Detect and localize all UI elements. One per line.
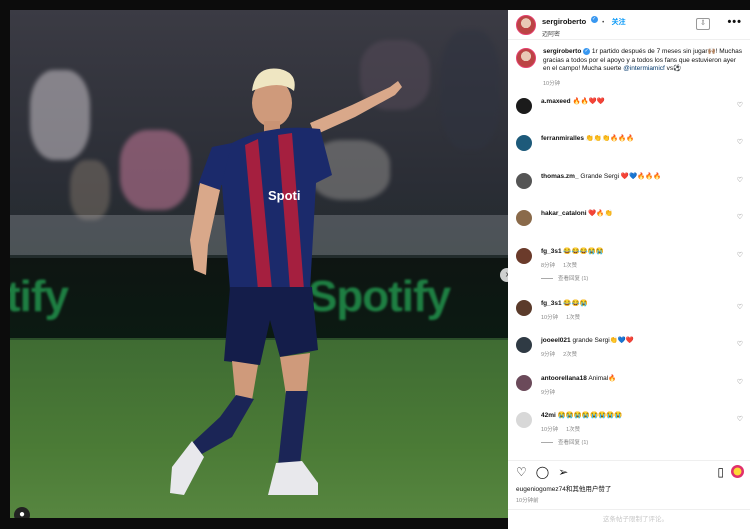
author-username[interactable]: sergiroberto bbox=[542, 17, 586, 26]
likes-summary[interactable]: eugeniogomez74和其他用户赞了 bbox=[508, 483, 750, 493]
comment-row: hakar_cataloni ❤️🔥👏 ♡ bbox=[508, 203, 750, 241]
comment-row: antoorellana18 Animal🔥 9分钟 ♡ bbox=[508, 368, 750, 406]
comment-row: fg_3s1 😂😂😂😭😭 8分钟 1次赞 ♡ 查看回复 (1) bbox=[508, 241, 750, 293]
comments-list[interactable]: sergiroberto ✓ 1r partido después de 7 m… bbox=[508, 40, 750, 460]
commenter-username[interactable]: fg_3s1 bbox=[541, 300, 562, 307]
comment-like-icon[interactable]: ♡ bbox=[737, 415, 743, 423]
comment-text: 🔥🔥❤️❤️ bbox=[572, 97, 605, 105]
comment-likes[interactable]: 1次赞 bbox=[563, 263, 577, 269]
commenter-avatar[interactable] bbox=[516, 172, 532, 189]
download-icon[interactable]: ⇩ bbox=[696, 18, 710, 30]
caption-end: vs⚽ bbox=[666, 65, 682, 73]
comment-items: a.maxeed 🔥🔥❤️❤️ ♡ ferranmiralles 👏👏👏🔥🔥🔥 ♡ th… bbox=[508, 91, 750, 458]
comment-like-icon[interactable]: ♡ bbox=[737, 378, 743, 386]
player-figure: Spoti bbox=[170, 68, 402, 495]
post-photo[interactable]: tify Spotify Spoti ● bbox=[10, 10, 508, 518]
author-avatar[interactable] bbox=[516, 48, 536, 68]
comment-like-icon[interactable]: ♡ bbox=[737, 340, 743, 348]
comment-time: 10分钟 bbox=[541, 314, 559, 321]
view-replies-link[interactable]: 查看回复 (1) bbox=[541, 438, 588, 446]
caption-mention[interactable]: @intermiamicf bbox=[623, 65, 665, 72]
post-viewer: tify Spotify Spoti ● sergiroberto ✓ • 关注… bbox=[0, 0, 750, 529]
jersey-sponsor: Spoti bbox=[268, 188, 301, 203]
more-options-button[interactable]: ••• bbox=[727, 16, 742, 28]
commenter-username[interactable]: fg_3s1 bbox=[541, 248, 562, 255]
commenter-username[interactable]: hakar_cataloni bbox=[541, 210, 587, 217]
post-location[interactable]: 迈阿密 bbox=[542, 29, 626, 38]
commenter-avatar[interactable] bbox=[516, 412, 532, 429]
comment-time: 9分钟 bbox=[541, 389, 556, 396]
like-icon[interactable]: ♡ bbox=[516, 466, 527, 478]
commenter-avatar[interactable] bbox=[516, 374, 532, 391]
comment-likes[interactable]: 1次赞 bbox=[566, 427, 580, 433]
board-text: tify bbox=[10, 272, 69, 321]
comment-like-icon[interactable]: ♡ bbox=[737, 176, 743, 184]
caption-username[interactable]: sergiroberto bbox=[543, 48, 581, 55]
post-actions: ♡ ◯ ➢ ▯ eugeniogomez74和其他用户赞了 10分钟前 这条帖子… bbox=[508, 460, 750, 529]
commenter-avatar[interactable] bbox=[516, 337, 532, 354]
comment-like-icon[interactable]: ♡ bbox=[737, 303, 743, 311]
comment-row: 42mi 😭😭😭😭😭😭😭😭 10分钟 1次赞 ♡ 查看回复 (1) bbox=[508, 405, 750, 457]
verified-icon: ✓ bbox=[590, 16, 598, 24]
comment-time: 10分钟 bbox=[541, 427, 559, 434]
comment-icon[interactable]: ◯ bbox=[536, 466, 549, 478]
commenter-username[interactable]: antoorellana18 bbox=[541, 375, 587, 382]
commenter-avatar[interactable] bbox=[516, 135, 532, 152]
comment-text: grande Sergi👏💙❤️ bbox=[572, 337, 634, 345]
comment-time: 9分钟 bbox=[541, 352, 556, 359]
comment-text: ❤️🔥👏 bbox=[588, 210, 613, 218]
comment-row: fg_3s1 😂😂😭 10分钟 1次赞 ♡ bbox=[508, 293, 750, 331]
view-replies-link[interactable]: 查看回复 (1) bbox=[541, 274, 588, 282]
comment-text: 😂😂😭 bbox=[563, 299, 588, 307]
carousel-next-button[interactable]: › bbox=[500, 268, 508, 282]
verified-icon: ✓ bbox=[583, 48, 591, 55]
comment-text: 👏👏👏🔥🔥🔥 bbox=[585, 135, 635, 143]
comment-text: 😂😂😂😭😭 bbox=[563, 247, 604, 255]
comment-row: jooeel021 grande Sergi👏💙❤️ 9分钟 2次赞 ♡ bbox=[508, 330, 750, 368]
comment-time: 8分钟 bbox=[541, 262, 556, 269]
share-icon[interactable]: ➢ bbox=[558, 466, 568, 478]
commenter-username[interactable]: 42mi bbox=[541, 412, 556, 419]
comment-text: Animal🔥 bbox=[588, 374, 617, 382]
comment-row: thomas.zm_ Grande Sergi ❤️💙🔥🔥🔥 ♡ bbox=[508, 166, 750, 204]
author-avatar[interactable] bbox=[516, 14, 536, 35]
comments-restricted-notice: 这条帖子限制了评论。 bbox=[508, 509, 750, 529]
caption: sergiroberto ✓ 1r partido después de 7 m… bbox=[508, 40, 750, 91]
comment-row: a.maxeed 🔥🔥❤️❤️ ♡ bbox=[508, 91, 750, 129]
caption-time: 10分钟 bbox=[543, 80, 561, 87]
emoji-icon[interactable] bbox=[731, 465, 744, 478]
comment-likes[interactable]: 2次赞 bbox=[563, 352, 577, 358]
follow-button[interactable]: 关注 bbox=[612, 19, 626, 26]
commenter-username[interactable]: jooeel021 bbox=[541, 337, 571, 344]
commenter-username[interactable]: ferranmiralles bbox=[541, 135, 584, 142]
comment-like-icon[interactable]: ♡ bbox=[737, 138, 743, 146]
comment-like-icon[interactable]: ♡ bbox=[737, 213, 743, 221]
commenter-avatar[interactable] bbox=[516, 247, 532, 264]
save-icon[interactable]: ▯ bbox=[717, 466, 724, 478]
user-tag-icon[interactable]: ● bbox=[14, 507, 30, 518]
comment-text: Grande Sergi ❤️💙🔥🔥🔥 bbox=[580, 172, 662, 180]
commenter-avatar[interactable] bbox=[516, 210, 532, 227]
comment-likes[interactable]: 1次赞 bbox=[566, 315, 580, 321]
post-header: sergiroberto ✓ • 关注 迈阿密 ⇩ ••• bbox=[508, 10, 750, 40]
comment-like-icon[interactable]: ♡ bbox=[737, 251, 743, 259]
commenter-username[interactable]: a.maxeed bbox=[541, 98, 571, 105]
commenter-username[interactable]: thomas.zm_ bbox=[541, 173, 579, 180]
comment-like-icon[interactable]: ♡ bbox=[737, 101, 743, 109]
post-sidebar: sergiroberto ✓ • 关注 迈阿密 ⇩ ••• sergirober… bbox=[508, 10, 750, 529]
commenter-avatar[interactable] bbox=[516, 299, 532, 316]
comment-row: ferranmiralles 👏👏👏🔥🔥🔥 ♡ bbox=[508, 128, 750, 166]
comment-text: 😭😭😭😭😭😭😭😭 bbox=[557, 412, 623, 420]
commenter-avatar[interactable] bbox=[516, 97, 532, 114]
post-time: 10分钟前 bbox=[516, 498, 539, 504]
